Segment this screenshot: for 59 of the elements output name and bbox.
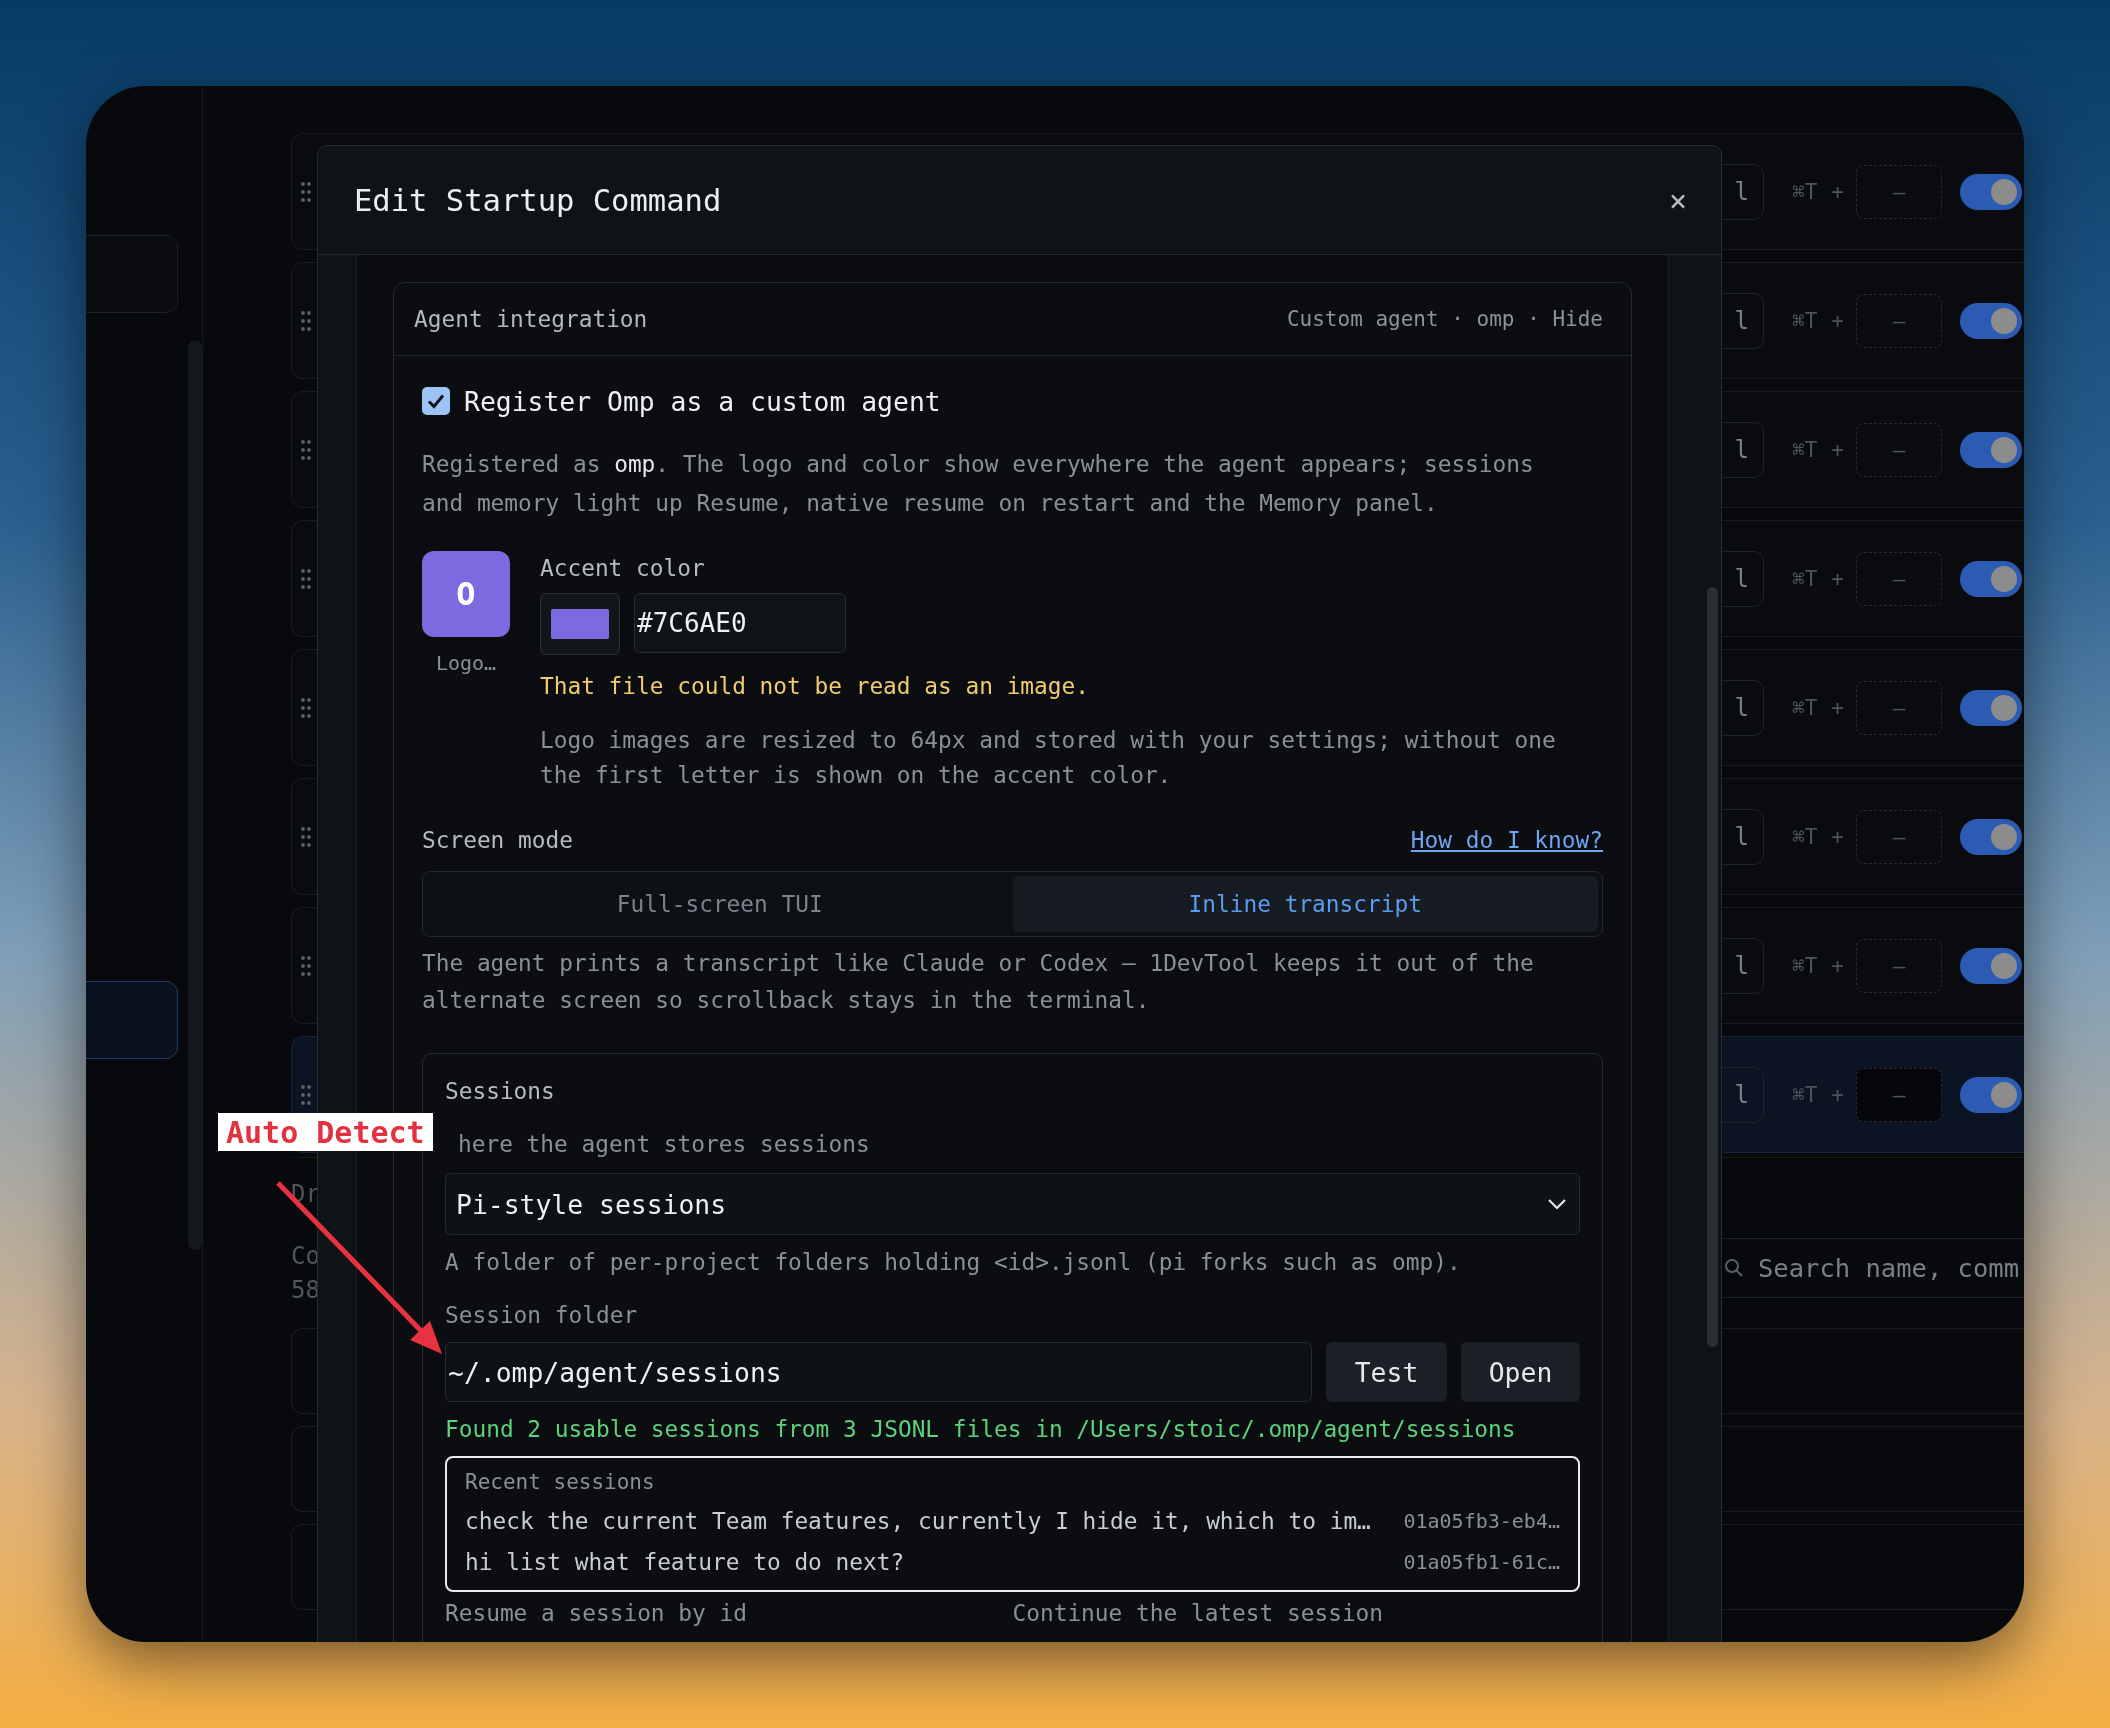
status-message: Found 2 usable sessions from 3 JSONL files in /Users/stoic/.omp/agent/sessions [445, 1416, 1517, 1442]
search-field[interactable]: Search name, comm [1554, 1238, 2024, 1298]
plus-label: + [1831, 1082, 1844, 1107]
field-label: Resume a session by id [445, 1600, 748, 1626]
shortcut-label: ⌘T [1792, 437, 1818, 462]
key-slot[interactable]: — [1856, 938, 1942, 993]
action-button[interactable]: Open [1461, 1342, 1580, 1402]
warning-message: That file could not be read as an image. [540, 673, 1090, 699]
shortcut-label: ⌘T [1792, 1082, 1818, 1107]
help-link[interactable]: How do I know? [1410, 827, 1603, 853]
logo-tile[interactable]: O [422, 551, 510, 637]
action-button[interactable]: Test [1326, 1342, 1447, 1402]
mode-tab[interactable]: Inline transcript [1012, 876, 1598, 932]
agent-summary[interactable]: Custom agent · omp · Hide [1286, 307, 1603, 331]
shortcut-label: ⌘T [1792, 308, 1818, 333]
shortcut-label: ⌘T [1792, 566, 1818, 591]
hex-field[interactable]: #7C6AE0 [634, 593, 846, 653]
help-text: Logo images are resized to 64px and stored with your settings; without one the first letter is shown on the accent color. [540, 726, 1557, 790]
key-slot[interactable]: — [1856, 293, 1942, 348]
plus-label: + [1831, 437, 1844, 462]
folder-field[interactable]: ~/.omp/agent/sessions [445, 1342, 1312, 1402]
key-slot[interactable]: — [1856, 1067, 1942, 1122]
session-id[interactable]: 01a05fb1-61c… [1403, 1550, 1560, 1574]
close-button[interactable]: × [1664, 182, 1691, 218]
mode-tab[interactable]: Full-screen TUI [427, 876, 1013, 932]
dropdown[interactable]: Pi-style sessions [445, 1173, 1580, 1235]
shortcut-label: ⌘T [1792, 953, 1818, 978]
plus-label: + [1831, 566, 1844, 591]
shortcut-label: ⌘T [1792, 824, 1818, 849]
key-slot[interactable]: — [1856, 809, 1942, 864]
key-slot[interactable]: — [1856, 680, 1942, 735]
field-label: here the agent stores sessions [457, 1131, 871, 1157]
field-label: Continue the latest session [1012, 1600, 1385, 1626]
field-label: Screen mode [422, 827, 573, 853]
panel-title: Recent sessions [465, 1470, 656, 1494]
plus-label: + [1831, 179, 1844, 204]
session-title[interactable]: hi list what feature to do next? [465, 1549, 905, 1575]
shortcut-label: ⌘T [1792, 695, 1818, 720]
key-slot[interactable]: — [1856, 422, 1942, 477]
description: Registered as omp. The logo and color show everywhere the agent appears; sessions and memory light up Resume, native resume on restart and the Memory panel. [422, 450, 1535, 518]
field-label: Session folder [445, 1302, 639, 1328]
logo-caption: Logo… [435, 651, 497, 675]
key-slot[interactable]: — [1856, 164, 1942, 219]
section-title: Agent integration [414, 306, 648, 332]
checkbox-label[interactable]: Register Omp as a custom agent [464, 385, 941, 417]
plus-label: + [1831, 308, 1844, 333]
annotation-label: Auto Detect [218, 1113, 433, 1151]
session-title[interactable]: check the current Team features, currently I hide it, which to im… [465, 1508, 1371, 1534]
plus-label: + [1831, 695, 1844, 720]
hint-text: A folder of per-project folders holding <id>.jsonl (pi forks such as omp). [445, 1249, 1462, 1275]
dialog-title: Edit Startup Command [354, 182, 722, 218]
plus-label: + [1831, 824, 1844, 849]
section-title: Sessions [445, 1078, 556, 1104]
key-slot[interactable]: — [1856, 551, 1942, 606]
session-id[interactable]: 01a05fb3-eb4… [1403, 1509, 1560, 1533]
plus-label: + [1831, 953, 1844, 978]
shortcut-label: ⌘T [1792, 179, 1818, 204]
description: The agent prints a transcript like Claude or Codex — 1DevTool keeps it out of the alternate screen so scrollback stays in the terminal. [422, 949, 1535, 1015]
field-label: Accent color [540, 555, 706, 581]
